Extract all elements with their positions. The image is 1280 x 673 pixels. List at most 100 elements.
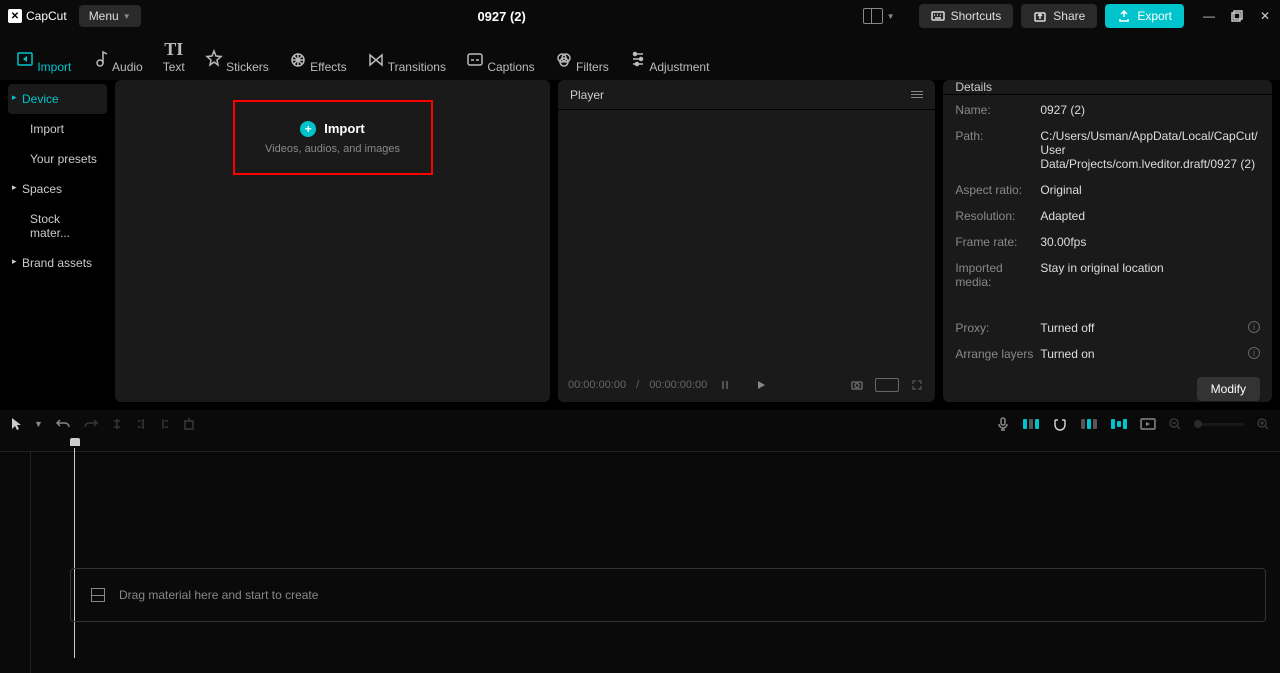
track-dropzone[interactable]: Drag material here and start to create (70, 568, 1266, 622)
fullscreen-button[interactable] (909, 377, 925, 393)
play-button[interactable] (753, 377, 769, 393)
adjustment-icon (629, 49, 647, 71)
sidebar-item-label: Spaces (22, 182, 62, 196)
time-separator: / (636, 379, 639, 391)
delete-button[interactable] (183, 417, 195, 431)
tab-effects[interactable]: Effects (279, 45, 357, 80)
time-total: 00:00:00:00 (649, 379, 707, 391)
detail-value: Turned on (1040, 347, 1094, 361)
timeline[interactable]: Drag material here and start to create (0, 438, 1280, 673)
detail-value: C:/Users/Usman/AppData/Local/CapCut/User… (1040, 129, 1260, 171)
zoom-out-button[interactable] (1168, 417, 1182, 431)
logo-icon: ✕ (8, 9, 22, 23)
magnet-main-button[interactable] (1022, 419, 1040, 429)
info-icon[interactable]: i (1248, 347, 1260, 359)
app-logo: ✕ CapCut (8, 9, 67, 23)
selection-tool[interactable] (10, 417, 22, 431)
captions-icon (466, 49, 484, 71)
sidebar-item-label: Stock mater... (30, 212, 70, 240)
tab-label: Filters (576, 60, 609, 74)
tool-dropdown[interactable]: ▼ (34, 419, 43, 429)
sidebar-item-label: Import (30, 122, 64, 136)
detail-value: 30.00fps (1040, 235, 1260, 249)
shortcuts-button[interactable]: Shortcuts (919, 4, 1014, 28)
undo-button[interactable] (55, 417, 71, 431)
delete-left-button[interactable] (135, 417, 147, 431)
detail-label: Path: (955, 129, 1040, 171)
tab-label: Import (37, 60, 71, 74)
detail-value: Adapted (1040, 209, 1260, 223)
split-button[interactable] (111, 417, 123, 431)
media-sidebar: ▸Device Import Your presets ▸Spaces Stoc… (8, 80, 107, 402)
snapshot-button[interactable] (849, 377, 865, 393)
sidebar-item-spaces[interactable]: ▸Spaces (8, 174, 107, 204)
redo-button[interactable] (83, 417, 99, 431)
tab-filters[interactable]: Filters (545, 45, 619, 80)
sidebar-item-import[interactable]: Import (8, 114, 107, 144)
magnet-clip-button[interactable] (1110, 419, 1128, 429)
import-dropzone[interactable]: + Import Videos, audios, and images (233, 100, 433, 175)
sidebar-item-brand[interactable]: ▸Brand assets (8, 248, 107, 278)
tab-transitions[interactable]: Transitions (357, 45, 456, 80)
stickers-icon (205, 49, 223, 71)
playhead[interactable] (70, 438, 81, 448)
export-button[interactable]: Export (1105, 4, 1184, 28)
main-tabs: Import Audio TI Text Stickers Effects Tr… (0, 32, 1280, 80)
media-pane: + Import Videos, audios, and images (115, 80, 550, 402)
share-icon (1033, 9, 1047, 23)
magnet-track-button[interactable] (1080, 419, 1098, 429)
layout-switcher[interactable]: ▼ (863, 8, 895, 24)
info-icon[interactable]: i (1248, 321, 1260, 333)
details-header: Details (943, 80, 1272, 95)
zoom-slider[interactable] (1194, 423, 1244, 426)
tab-captions[interactable]: Captions (456, 45, 545, 80)
tab-adjustment[interactable]: Adjustment (619, 45, 720, 80)
delete-right-button[interactable] (159, 417, 171, 431)
sidebar-item-stock[interactable]: Stock mater... (8, 204, 107, 248)
share-label: Share (1053, 9, 1085, 23)
sidebar-item-presets[interactable]: Your presets (8, 144, 107, 174)
close-button[interactable]: ✕ (1258, 9, 1272, 23)
title-bar: ✕ CapCut Menu ▼ 0927 (2) ▼ Shortcuts Sha… (0, 0, 1280, 32)
record-audio-button[interactable] (996, 416, 1010, 432)
transitions-icon (367, 49, 385, 71)
video-track-icon (91, 588, 105, 602)
detail-row-framerate: Frame rate:30.00fps (955, 235, 1260, 249)
modify-button[interactable]: Modify (1197, 377, 1260, 401)
minimize-button[interactable]: — (1202, 9, 1216, 23)
tab-label: Adjustment (649, 60, 709, 74)
import-icon (16, 49, 34, 71)
zoom-in-button[interactable] (1256, 417, 1270, 431)
tab-stickers[interactable]: Stickers (195, 45, 279, 80)
maximize-button[interactable] (1230, 9, 1244, 23)
ratio-button[interactable] (875, 378, 899, 392)
menu-label: Menu (89, 9, 119, 23)
prev-frame-button[interactable] (717, 377, 733, 393)
menu-button[interactable]: Menu ▼ (79, 5, 141, 27)
sidebar-item-device[interactable]: ▸Device (8, 84, 107, 114)
maximize-icon (1231, 10, 1243, 22)
import-title: Import (324, 121, 364, 136)
player-header: Player (558, 80, 935, 110)
tab-import[interactable]: Import (6, 45, 81, 80)
detail-value: Original (1040, 183, 1260, 197)
preview-render-button[interactable] (1140, 418, 1156, 430)
player-viewport[interactable] (558, 110, 935, 368)
player-menu-button[interactable] (911, 91, 923, 98)
tab-text[interactable]: TI Text (153, 34, 195, 80)
timeline-ruler[interactable] (0, 438, 1280, 452)
magnet-auto-button[interactable] (1052, 417, 1068, 431)
window-controls: — ✕ (1202, 9, 1272, 23)
tab-audio[interactable]: Audio (81, 45, 152, 80)
detail-row-imported: Imported media:Stay in original location (955, 261, 1260, 289)
sidebar-item-label: Brand assets (22, 256, 92, 270)
detail-label: Arrange layers (955, 347, 1040, 361)
details-body: Name:0927 (2) Path:C:/Users/Usman/AppDat… (943, 95, 1272, 369)
project-title: 0927 (2) (141, 9, 863, 24)
app-name: CapCut (26, 9, 67, 23)
share-button[interactable]: Share (1021, 4, 1097, 28)
export-icon (1117, 9, 1131, 23)
details-title: Details (955, 80, 992, 94)
middle-row: ▸Device Import Your presets ▸Spaces Stoc… (0, 80, 1280, 410)
audio-icon (91, 49, 109, 71)
